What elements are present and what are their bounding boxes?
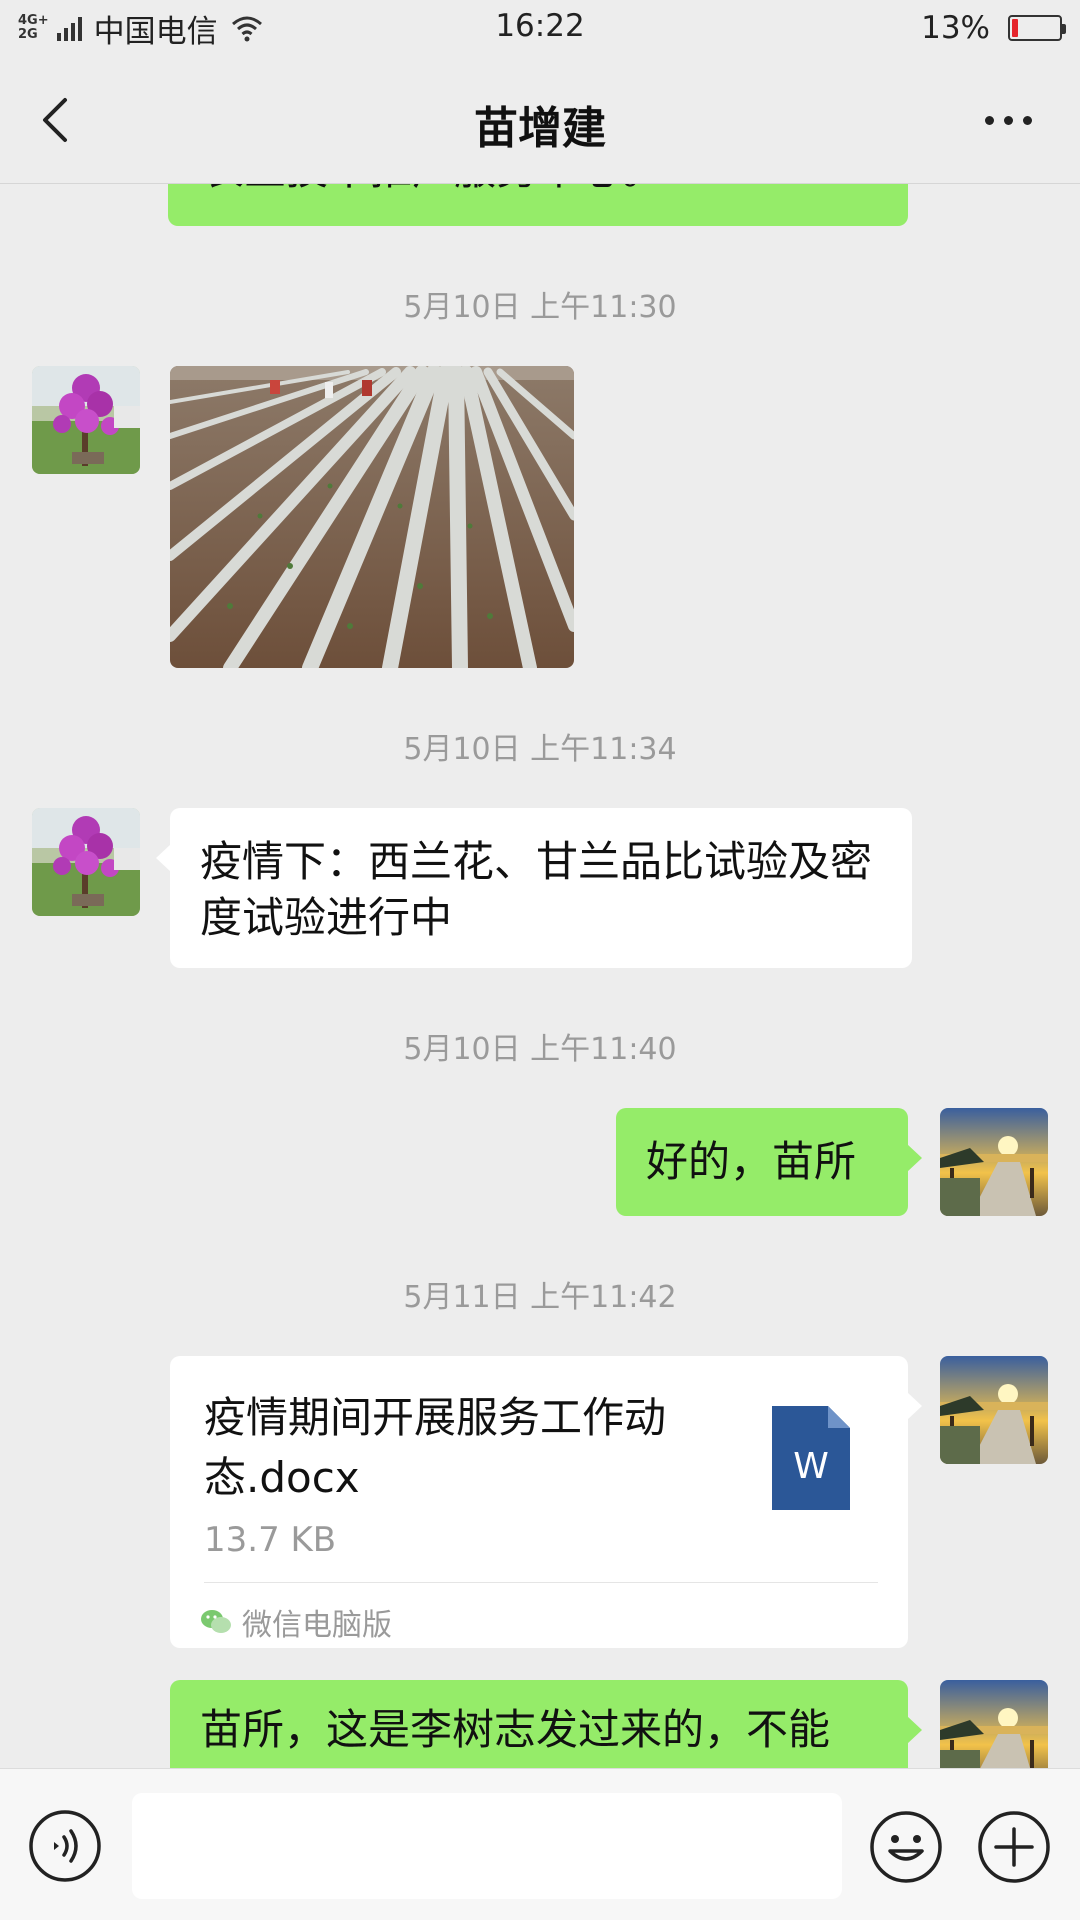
chat-screen: 4G+ 2G 中国电信 16:22 13% 苗增建 5月10日 上午11:30 … [0, 0, 1080, 1920]
file-message-card[interactable]: 疫情期间开展服务工作动态.docx 13.7 KB W 微信电脑版 [170, 1356, 922, 1648]
sunset-beach-avatar-icon [940, 1108, 1048, 1216]
file-source-label: 微信电脑版 [242, 1608, 392, 1643]
emoji-button[interactable] [868, 1809, 944, 1885]
contact-avatar[interactable] [32, 366, 140, 474]
message-text: 好的，苗所 [646, 1137, 857, 1186]
timestamp: 5月10日 上午11:40 [403, 1032, 677, 1067]
more-dots-icon [985, 115, 994, 125]
status-time: 16:22 [495, 8, 585, 44]
flower-tree-avatar-icon [32, 808, 140, 916]
timestamp: 5月11日 上午11:42 [403, 1280, 677, 1315]
word-document-icon: W [772, 1406, 850, 1510]
sunset-beach-avatar-icon [940, 1680, 1048, 1768]
message-list[interactable]: 农业技术推广服务中心。 5月10日 上午11:30 [0, 184, 1080, 1768]
chat-title: 苗增建 [474, 103, 606, 154]
timestamp: 5月10日 上午11:30 [403, 290, 677, 325]
file-size: 13.7 KB [204, 1520, 337, 1560]
message-input[interactable] [132, 1793, 842, 1899]
timestamp: 5月10日 上午11:34 [403, 732, 677, 767]
chat-header: 苗增建 [0, 56, 1080, 184]
plus-button[interactable] [976, 1809, 1052, 1885]
my-avatar[interactable] [940, 1356, 1048, 1464]
field-photo-icon [170, 366, 574, 668]
sunset-beach-avatar-icon [940, 1356, 1048, 1464]
my-avatar[interactable] [940, 1108, 1048, 1216]
message-bubble-sent[interactable]: 好的，苗所 [616, 1108, 922, 1216]
voice-button[interactable] [28, 1809, 102, 1883]
divider [204, 1582, 878, 1583]
battery-level [1012, 19, 1018, 37]
input-bar [0, 1768, 1080, 1920]
more-button[interactable] [985, 92, 1032, 148]
contact-avatar[interactable] [32, 808, 140, 916]
message-text: 农业技术推广服务中心。 [202, 184, 664, 198]
message-bubble-sent[interactable]: 苗所，这是李树志发过来的，不能 [170, 1680, 922, 1768]
battery-percent: 13% [921, 10, 990, 46]
message-text: 疫情下：西兰花、甘兰品比试验及密度试验进行中 [200, 837, 873, 942]
battery-icon [1008, 15, 1066, 41]
message-text: 苗所，这是李树志发过来的，不能 [200, 1705, 831, 1754]
svg-text:W: W [793, 1446, 829, 1487]
flower-tree-avatar-icon [32, 366, 140, 474]
message-bubble-received[interactable]: 疫情下：西兰花、甘兰品比试验及密度试验进行中 [156, 808, 912, 968]
my-avatar[interactable] [940, 1680, 1048, 1768]
message-image[interactable] [170, 366, 574, 668]
file-name: 疫情期间开展服务工作动态.docx [204, 1393, 667, 1502]
file-source: 微信电脑版 [200, 1600, 392, 1644]
wechat-icon [201, 1610, 231, 1633]
status-bar: 4G+ 2G 中国电信 16:22 13% [0, 0, 1080, 56]
message-bubble-sent[interactable]: 农业技术推广服务中心。 [168, 184, 908, 226]
